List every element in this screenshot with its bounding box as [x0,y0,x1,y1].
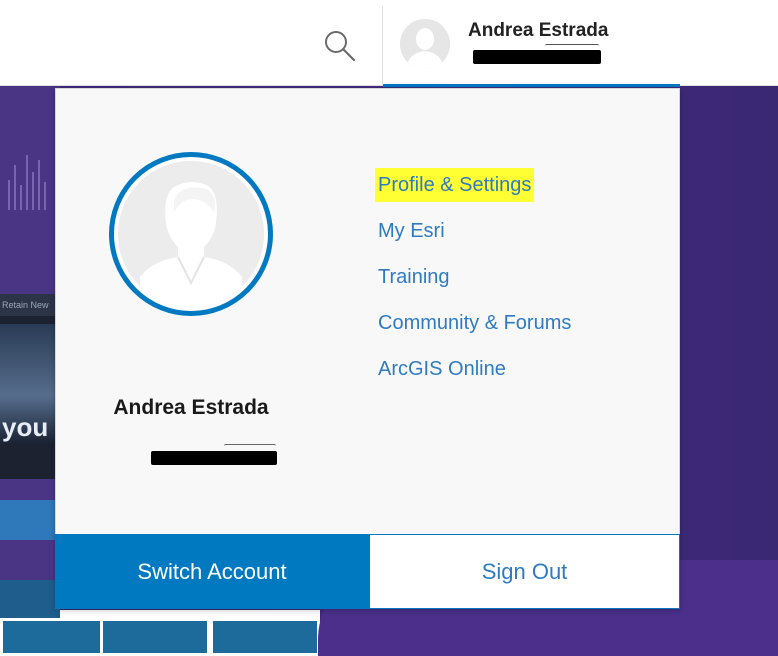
background-card[interactable] [100,618,210,656]
menu-training[interactable]: Training [378,260,571,306]
menu-arcgis-online[interactable]: ArcGIS Online [378,352,571,398]
active-underline [383,84,680,87]
redacted-username [473,50,601,64]
default-avatar-icon [118,161,264,307]
switch-account-button[interactable]: Switch Account [55,534,369,609]
search-icon[interactable] [322,28,356,62]
redacted-username [151,451,277,465]
menu-my-esri[interactable]: My Esri [378,214,571,260]
page: Retain New you Andrea Estrada Andrea Est… [0,0,778,656]
user-menu-toggle[interactable]: Andrea Estrada [383,0,680,87]
header-user-name: Andrea Estrada [468,20,609,41]
story-card-header: Retain New [0,294,60,316]
top-header: Andrea Estrada [0,0,778,87]
background-card[interactable] [0,618,110,656]
menu-profile-settings[interactable]: Profile & Settings [375,168,535,202]
sign-out-button[interactable]: Sign Out [369,534,680,609]
story-card-word: you [2,412,49,442]
menu-community-forums[interactable]: Community & Forums [378,306,571,352]
profile-user-name: Andrea Estrada [113,396,269,419]
background-story-card[interactable]: Retain New you [0,294,60,479]
default-avatar-icon [400,19,450,69]
account-menu: Profile & Settings My Esri Training Comm… [375,168,571,398]
background-blue-block [0,500,60,540]
background-card[interactable] [210,618,320,656]
profile-avatar [109,152,273,316]
avatar [400,19,450,69]
decorative-bars [6,150,56,210]
user-dropdown-panel: Andrea Estrada Profile & Settings My Esr… [55,88,680,609]
